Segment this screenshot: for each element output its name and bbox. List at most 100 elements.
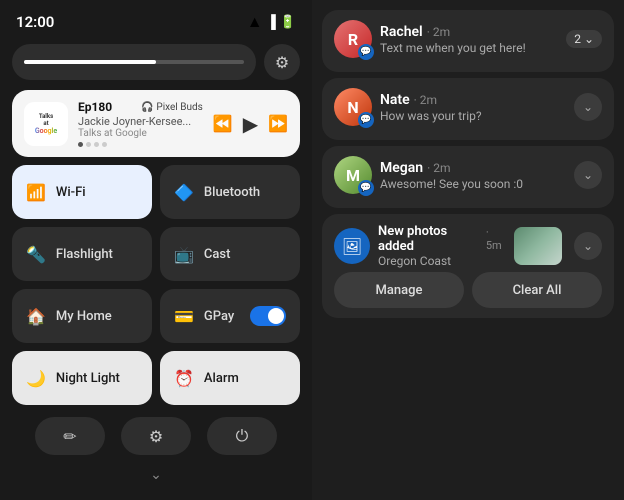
status-time: 12:00 — [16, 13, 54, 31]
dot-1 — [78, 142, 83, 147]
myhome-tile[interactable]: 🏠 My Home — [12, 289, 152, 343]
edit-button[interactable]: ✏ — [35, 417, 105, 455]
dot-3 — [94, 142, 99, 147]
nightlight-label: Night Light — [56, 371, 120, 386]
media-buttons: ⏪ ▶ ⏩ — [213, 112, 288, 136]
photo-title: New photos added — [378, 224, 480, 254]
notif-text-rachel: Text me when you get here! — [380, 41, 558, 55]
notif-time-rachel: · 2m — [427, 25, 450, 39]
battery-icon: 🔋 — [280, 15, 296, 30]
count-value-rachel: 2 — [574, 32, 581, 46]
expand-megan[interactable]: ⌄ — [574, 161, 602, 189]
notif-time-megan: · 2m — [427, 161, 450, 175]
media-device-name: Pixel Buds — [156, 102, 202, 113]
notif-rachel[interactable]: R 💬 Rachel · 2m Text me when you get her… — [322, 10, 614, 72]
notif-name-nate: Nate — [380, 92, 410, 108]
notif-name-row-nate: Nate · 2m — [380, 92, 566, 108]
media-card[interactable]: Talks at Google Ep180 🎧 Pixel Buds Jacki… — [12, 90, 300, 157]
alarm-icon: ⏰ — [174, 369, 194, 388]
bluetooth-tile[interactable]: 🔷 Bluetooth — [160, 165, 300, 219]
notif-header-rachel: R 💬 Rachel · 2m Text me when you get her… — [334, 20, 602, 58]
notif-name-rachel: Rachel — [380, 24, 423, 40]
dot-4 — [102, 142, 107, 147]
settings-button[interactable]: ⚙ — [264, 44, 300, 80]
notif-name-row-megan: Megan · 2m — [380, 160, 566, 176]
manage-button[interactable]: Manage — [334, 272, 464, 308]
gpay-icon: 💳 — [174, 307, 194, 326]
clear-all-button[interactable]: Clear All — [472, 272, 602, 308]
gpay-tile[interactable]: 💳 GPay — [160, 289, 300, 343]
chevron-row: ⌄ — [12, 467, 300, 483]
skip-forward-button[interactable]: ⏩ — [268, 114, 288, 133]
flashlight-tile[interactable]: 🔦 Flashlight — [12, 227, 152, 281]
notif-time-nate: · 2m — [414, 93, 437, 107]
notif-actions-megan: ⌄ — [574, 161, 602, 189]
avatar-megan: M 💬 — [334, 156, 372, 194]
wifi-status-icon: ▲ — [247, 12, 263, 32]
logo-google: Google — [35, 127, 57, 135]
notif-body-nate: Nate · 2m How was your trip? — [380, 92, 566, 123]
photo-info: New photos added · 5m Oregon Coast — [378, 224, 506, 268]
bottom-bar: ✏ ⚙ ⏻ — [12, 417, 300, 455]
wifi-icon: 📶 — [26, 183, 46, 202]
flashlight-label: Flashlight — [56, 247, 113, 262]
chevron-icon-rachel: ⌄ — [584, 32, 594, 46]
notif-count-rachel[interactable]: 2 ⌄ — [566, 30, 602, 48]
notif-name-row-rachel: Rachel · 2m — [380, 24, 558, 40]
gear-bottom-icon: ⚙ — [149, 427, 163, 446]
settings-bottom-button[interactable]: ⚙ — [121, 417, 191, 455]
brightness-slider[interactable] — [12, 44, 256, 80]
notif-text-nate: How was your trip? — [380, 109, 566, 123]
dot-2 — [86, 142, 91, 147]
expand-photo[interactable]: ⌄ — [574, 232, 602, 260]
message-icon-rachel: 💬 — [358, 44, 374, 60]
brightness-row: ⚙ — [12, 42, 300, 82]
bluetooth-icon: 🔷 — [174, 183, 194, 202]
avatar-nate: N 💬 — [334, 88, 372, 126]
notif-megan[interactable]: M 💬 Megan · 2m Awesome! See you soon :0 … — [322, 146, 614, 208]
brightness-fill — [24, 60, 156, 64]
photo-notif-top: 🖼 New photos added · 5m Oregon Coast ⌄ — [334, 224, 602, 268]
avatar-rachel: R 💬 — [334, 20, 372, 58]
nightlight-tile[interactable]: 🌙 Night Light — [12, 351, 152, 405]
nightlight-icon: 🌙 — [26, 369, 46, 388]
status-bar: 12:00 ▲ ▐ 🔋 — [12, 10, 300, 34]
media-controls: ⏪ ▶ ⏩ — [213, 112, 288, 136]
alarm-label: Alarm — [204, 371, 239, 386]
signal-icon: ▐ — [267, 14, 276, 30]
notif-body-megan: Megan · 2m Awesome! See you soon :0 — [380, 160, 566, 191]
notif-body-rachel: Rachel · 2m Text me when you get here! — [380, 24, 558, 55]
edit-icon: ✏ — [63, 427, 76, 446]
gpay-label: GPay — [204, 309, 234, 324]
media-episode: Ep180 — [78, 100, 112, 114]
right-panel: R 💬 Rachel · 2m Text me when you get her… — [312, 0, 624, 500]
gpay-toggle[interactable] — [250, 306, 286, 326]
photo-thumbnail — [514, 227, 562, 265]
wifi-label: Wi-Fi — [56, 185, 86, 200]
media-device: 🎧 Pixel Buds — [141, 102, 203, 113]
photo-time: · 5m — [486, 226, 506, 252]
power-icon: ⏻ — [236, 426, 249, 446]
cast-tile[interactable]: 📺 Cast — [160, 227, 300, 281]
home-icon: 🏠 — [26, 307, 46, 326]
notif-action-bar: Manage Clear All — [334, 272, 602, 308]
myhome-label: My Home — [56, 309, 112, 324]
notif-header-megan: M 💬 Megan · 2m Awesome! See you soon :0 … — [334, 156, 602, 194]
notif-nate[interactable]: N 💬 Nate · 2m How was your trip? ⌄ — [322, 78, 614, 140]
logo-talks: Talks — [39, 113, 53, 120]
notif-actions-rachel: 2 ⌄ — [566, 30, 602, 48]
skip-back-button[interactable]: ⏪ — [213, 114, 233, 133]
power-button[interactable]: ⏻ — [207, 417, 277, 455]
pixel-buds-icon: 🎧 — [141, 102, 153, 113]
expand-nate[interactable]: ⌄ — [574, 93, 602, 121]
brightness-track — [24, 60, 244, 64]
play-button[interactable]: ▶ — [243, 112, 258, 136]
media-source: Talks at Google — [78, 128, 203, 139]
alarm-tile[interactable]: ⏰ Alarm — [160, 351, 300, 405]
media-logo: Talks at Google — [24, 102, 68, 146]
left-panel: 12:00 ▲ ▐ 🔋 ⚙ Talks at Google Ep180 🎧 — [0, 0, 312, 500]
wifi-tile[interactable]: 📶 Wi-Fi — [12, 165, 152, 219]
media-info: Ep180 🎧 Pixel Buds Jackie Joyner-Kersee.… — [78, 100, 203, 147]
cast-label: Cast — [204, 247, 231, 262]
photo-notif[interactable]: 🖼 New photos added · 5m Oregon Coast ⌄ M… — [322, 214, 614, 318]
